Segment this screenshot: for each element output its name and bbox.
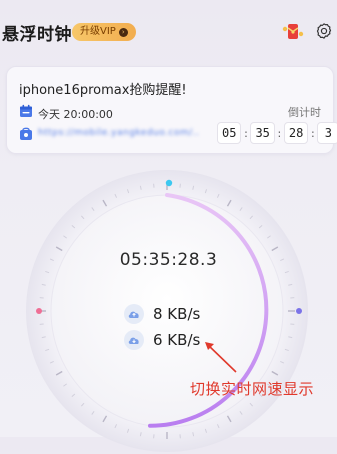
reminder-title: iphone16promax抢购提醒! <box>19 79 187 98</box>
chevron-right-icon: › <box>119 28 128 37</box>
countdown-seconds: 28 <box>284 122 308 144</box>
cloud-download-icon <box>124 330 144 350</box>
reminder-card[interactable]: iphone16promax抢购提醒! 今天 20:00:00 https://… <box>6 66 334 154</box>
shop-bag-icon <box>19 127 33 141</box>
download-speed-row[interactable]: 6 KB/s <box>124 329 200 351</box>
countdown-timer: 05 : 35 : 28 : 3 <box>217 122 337 144</box>
calendar-icon <box>19 104 33 118</box>
vip-label: 升级VIP <box>80 23 116 41</box>
annotation-label: 切换实时网速显示 <box>190 378 314 399</box>
gear-icon[interactable] <box>315 22 333 40</box>
download-speed: 6 KB/s <box>153 331 200 349</box>
countdown-separator: : <box>241 127 250 140</box>
annotation-arrow-icon <box>200 338 240 376</box>
upload-speed: 8 KB/s <box>153 305 200 323</box>
top-marker-dot <box>166 180 172 186</box>
countdown-label: 倒计时 <box>288 104 321 120</box>
clock-time: 05:35:28.3 <box>0 250 337 270</box>
countdown-hours: 05 <box>217 122 241 144</box>
countdown-separator: : <box>275 127 284 140</box>
countdown-minutes: 35 <box>250 122 274 144</box>
upload-speed-row[interactable]: 8 KB/s <box>124 303 200 325</box>
right-marker-dot <box>296 308 302 314</box>
cloud-upload-icon <box>124 304 144 324</box>
upgrade-vip-button[interactable]: 升级VIP › <box>72 23 136 41</box>
reminder-url[interactable]: https://mobile.yangkeduo.com/... <box>38 128 198 138</box>
app-title: 悬浮时钟 <box>2 20 72 45</box>
top-bar: 悬浮时钟 升级VIP › <box>0 0 337 62</box>
countdown-tenths: 3 <box>317 122 337 144</box>
countdown-separator: : <box>308 127 317 140</box>
left-marker-dot <box>36 308 42 314</box>
red-envelope-icon[interactable] <box>282 23 304 41</box>
reminder-time: 今天 20:00:00 <box>38 106 113 122</box>
